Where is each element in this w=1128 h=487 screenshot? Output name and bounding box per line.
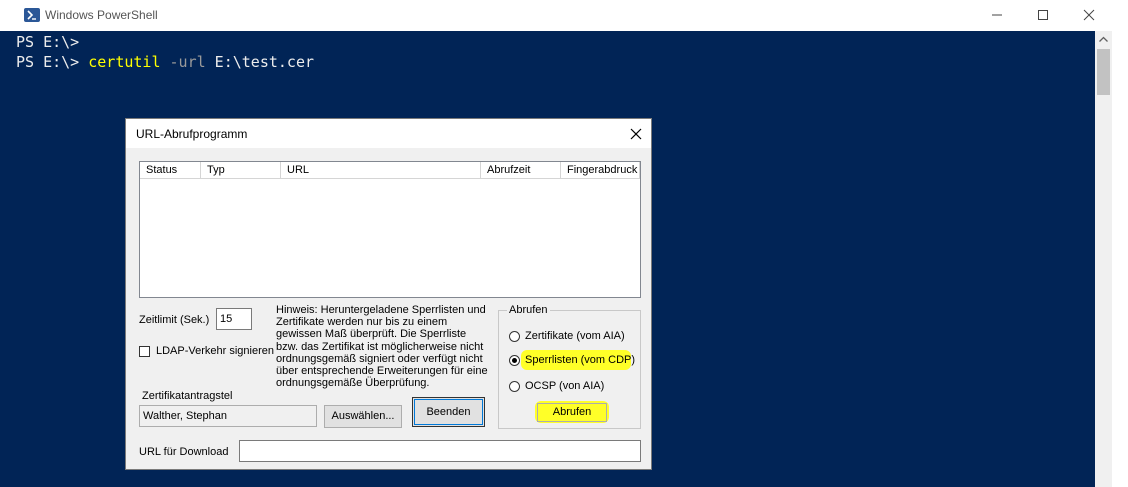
maximize-button[interactable] (1020, 0, 1066, 31)
console-line-1: PS E:\> (16, 33, 89, 51)
console-line-2: PS E:\> certutil -url E:\test.cer (16, 53, 315, 71)
vertical-scrollbar[interactable] (1095, 31, 1112, 487)
radio-ocsp-label: OCSP (von AIA) (525, 380, 605, 392)
hint-text: Hinweis: Heruntergeladene Sperrlisten un… (276, 304, 488, 390)
requester-field: Walther, Stephan (139, 405, 317, 427)
retrieve-group-title: Abrufen (507, 304, 550, 316)
timeout-input[interactable]: 15 (216, 308, 252, 330)
scroll-up-button[interactable] (1095, 31, 1112, 48)
radio-crl[interactable] (509, 355, 520, 366)
column-thumbprint[interactable]: Fingerabdruck (561, 162, 640, 178)
column-type[interactable]: Typ (201, 162, 281, 178)
close-button[interactable] (1066, 0, 1112, 31)
timeout-label: Zeitlimit (Sek.) (139, 314, 210, 326)
chevron-up-icon (1099, 36, 1108, 42)
retrieve-button[interactable]: Abrufen (537, 403, 607, 422)
url-retrieval-dialog: URL-Abrufprogramm Status Typ URL Abrufze… (125, 118, 652, 470)
finish-button[interactable]: Beenden (412, 397, 485, 427)
minimize-icon (992, 14, 1002, 16)
ldap-sign-label: LDAP-Verkehr signieren (156, 345, 275, 357)
radio-ocsp[interactable] (509, 381, 520, 392)
dialog-title: URL-Abrufprogramm (136, 127, 248, 141)
radio-selected-dot (512, 358, 517, 363)
close-icon (630, 128, 642, 140)
url-list[interactable]: Status Typ URL Abrufzeit Fingerabdruck (139, 161, 641, 298)
radio-certificates[interactable] (509, 331, 520, 342)
title-bar[interactable]: Windows PowerShell (0, 0, 1128, 31)
retrieve-group: Abrufen Zertifikate (vom AIA) Sperrliste… (498, 304, 641, 429)
minimize-button[interactable] (974, 0, 1020, 31)
ldap-sign-checkbox[interactable] (139, 346, 150, 357)
radio-crl-label: Sperrlisten (vom CDP) (525, 354, 636, 366)
close-icon (1083, 9, 1095, 21)
scroll-thumb[interactable] (1097, 49, 1110, 95)
window-title: Windows PowerShell (45, 8, 158, 22)
column-status[interactable]: Status (140, 162, 201, 178)
radio-certificates-label: Zertifikate (vom AIA) (525, 330, 625, 342)
column-url[interactable]: URL (281, 162, 481, 178)
console-left-edge (0, 31, 15, 487)
maximize-icon (1038, 10, 1048, 20)
column-fetch-time[interactable]: Abrufzeit (481, 162, 561, 178)
select-button[interactable]: Auswählen... (324, 405, 402, 428)
window-right-edge (1112, 31, 1128, 487)
dialog-title-bar[interactable]: URL-Abrufprogramm (126, 119, 651, 148)
powershell-icon (24, 8, 40, 22)
requester-label: Zertifikatantragstel (142, 390, 233, 402)
download-url-label: URL für Download (139, 446, 229, 458)
download-url-input[interactable] (239, 440, 641, 462)
dialog-close-button[interactable] (627, 125, 645, 143)
list-header: Status Typ URL Abrufzeit Fingerabdruck (140, 162, 640, 179)
